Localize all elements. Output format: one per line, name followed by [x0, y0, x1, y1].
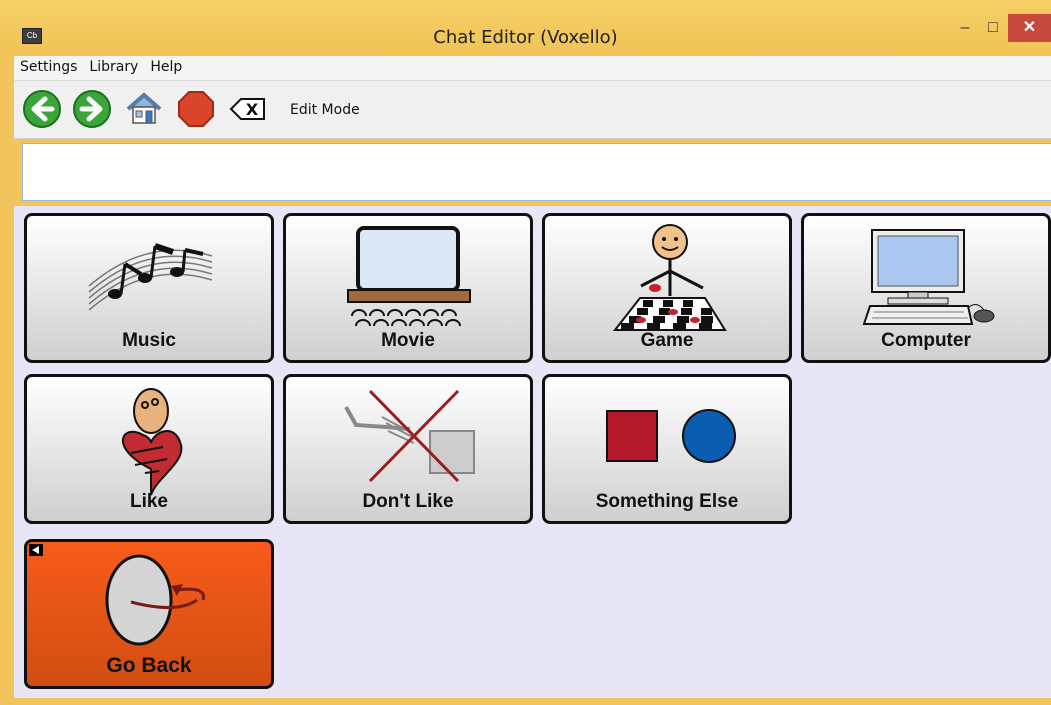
minimize-button[interactable]: – [952, 14, 978, 42]
cell-label: Music [122, 330, 176, 351]
clear-backspace-icon[interactable]: X [228, 89, 268, 129]
back-arrow-icon[interactable] [22, 89, 62, 129]
title-bar[interactable]: Cb Chat Editor (Voxello) – □ ✕ [0, 0, 1051, 55]
cell-computer[interactable]: Computer [801, 213, 1051, 363]
cell-label: Game [640, 330, 694, 351]
cell-movie[interactable]: Movie [283, 213, 533, 363]
menu-bar: Settings Library Help [14, 56, 1051, 81]
symbol-grid: Music Movie Game Computer Like Don't Lik… [14, 206, 1051, 698]
menu-help[interactable]: Help [144, 56, 188, 75]
cell-label: Something Else [595, 491, 739, 512]
cell-like[interactable]: Like [24, 374, 274, 524]
cell-go-back[interactable]: Go Back [24, 539, 274, 689]
cell-label: Don't Like [362, 491, 454, 512]
toolbar: X Edit Mode [14, 81, 1051, 139]
cell-label: Like [129, 491, 169, 512]
menu-library[interactable]: Library [83, 56, 144, 75]
cell-label: Computer [881, 330, 971, 351]
cell-label: Movie [381, 330, 435, 351]
cell-something-else[interactable]: Something Else [542, 374, 792, 524]
home-icon[interactable] [124, 89, 164, 129]
cell-music[interactable]: Music [24, 213, 274, 363]
close-button[interactable]: ✕ [1008, 14, 1051, 42]
menu-settings[interactable]: Settings [14, 56, 83, 75]
window-title: Chat Editor (Voxello) [433, 27, 618, 48]
cell-dont-like[interactable]: Don't Like [283, 374, 533, 524]
chat-editor-window: Cb Chat Editor (Voxello) – □ ✕ Settings L… [0, 0, 1051, 705]
stop-icon[interactable] [176, 89, 216, 129]
edit-mode-label[interactable]: Edit Mode [290, 102, 360, 118]
forward-arrow-icon[interactable] [72, 89, 112, 129]
maximize-button[interactable]: □ [980, 14, 1006, 42]
cell-game[interactable]: Game [542, 213, 792, 363]
svg-text:X: X [246, 100, 259, 119]
message-bar[interactable] [22, 143, 1051, 201]
cell-label: Go Back [106, 654, 192, 677]
